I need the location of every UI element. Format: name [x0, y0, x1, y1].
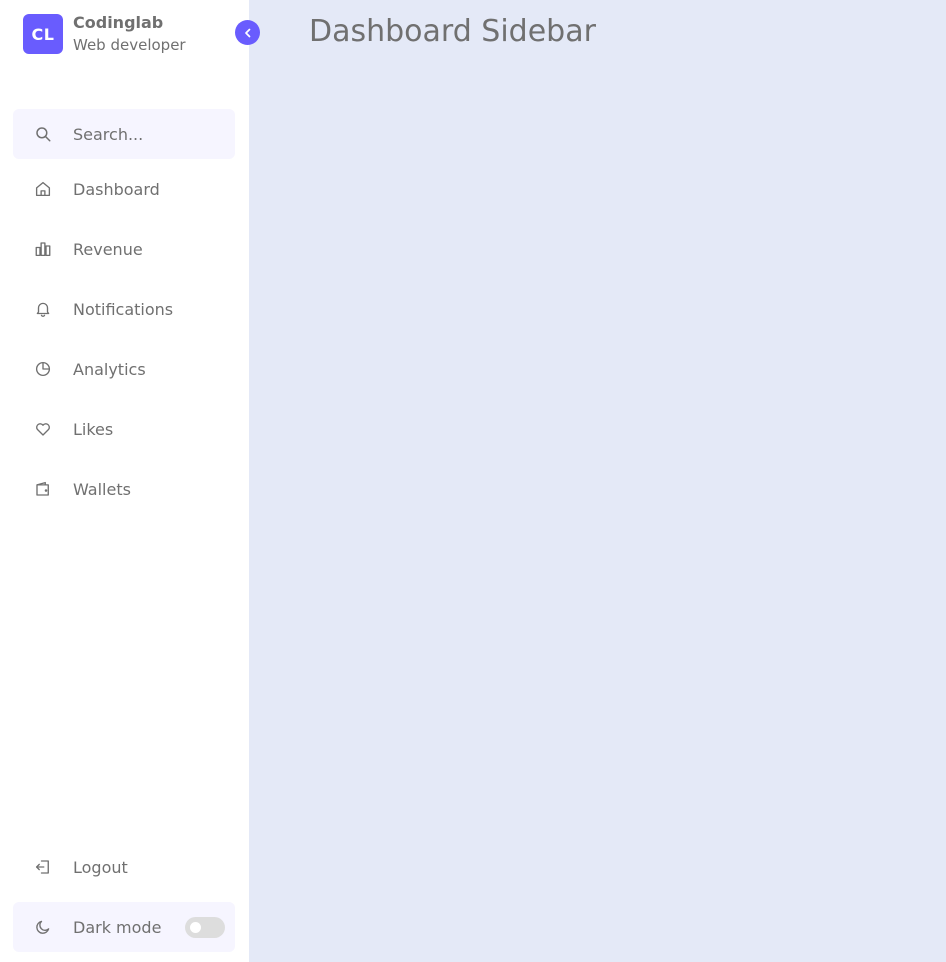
heart-icon	[13, 404, 73, 454]
menu-item-label: Dashboard	[73, 179, 160, 199]
home-icon	[13, 164, 73, 214]
search-input[interactable]	[73, 124, 223, 144]
chevron-left-icon	[242, 27, 254, 39]
search-icon	[13, 109, 73, 159]
menu-item-label: Analytics	[73, 359, 146, 379]
menu-item-label: Wallets	[73, 479, 131, 499]
menu-item-label: Likes	[73, 419, 114, 439]
menu-item-likes[interactable]: Likes	[13, 404, 235, 454]
menu-item-revenue[interactable]: Revenue	[13, 224, 235, 274]
menu-item-label: Revenue	[73, 239, 143, 259]
brand-header: CL Codinglab Web developer	[23, 12, 186, 56]
logout-button[interactable]: Logout	[13, 842, 235, 892]
logout-label: Logout	[73, 857, 128, 877]
brand-name: Codinglab	[73, 13, 164, 32]
menu-item-wallets[interactable]: Wallets	[13, 464, 235, 514]
menu-item-analytics[interactable]: Analytics	[13, 344, 235, 394]
menu-list: Dashboard Revenue Notifications Analytic…	[13, 164, 235, 524]
search-box[interactable]	[13, 109, 235, 159]
menu-item-dashboard[interactable]: Dashboard	[13, 164, 235, 214]
app-root: CL Codinglab Web developer Search... Das…	[0, 0, 946, 962]
logout-icon	[13, 842, 73, 892]
bell-icon	[13, 284, 73, 334]
toggle-knob	[190, 922, 201, 933]
brand-logo: CL	[23, 14, 63, 54]
pie-chart-icon	[13, 344, 73, 394]
brand-role: Web developer	[73, 36, 186, 54]
dark-mode-label: Dark mode	[73, 917, 162, 937]
moon-icon	[13, 902, 73, 952]
sidebar: CL Codinglab Web developer Search... Das…	[0, 0, 249, 962]
page-title: Dashboard Sidebar	[309, 14, 596, 49]
dark-mode-toggle[interactable]	[185, 917, 225, 938]
menu-item-label: Notifications	[73, 299, 174, 319]
brand-text: Codinglab Web developer	[73, 12, 186, 56]
bar-chart-icon	[13, 224, 73, 274]
dark-mode-row: Dark mode	[13, 902, 235, 952]
wallet-icon	[13, 464, 73, 514]
sidebar-collapse-button[interactable]	[235, 20, 260, 45]
menu-item-notifications[interactable]: Notifications	[13, 284, 235, 334]
